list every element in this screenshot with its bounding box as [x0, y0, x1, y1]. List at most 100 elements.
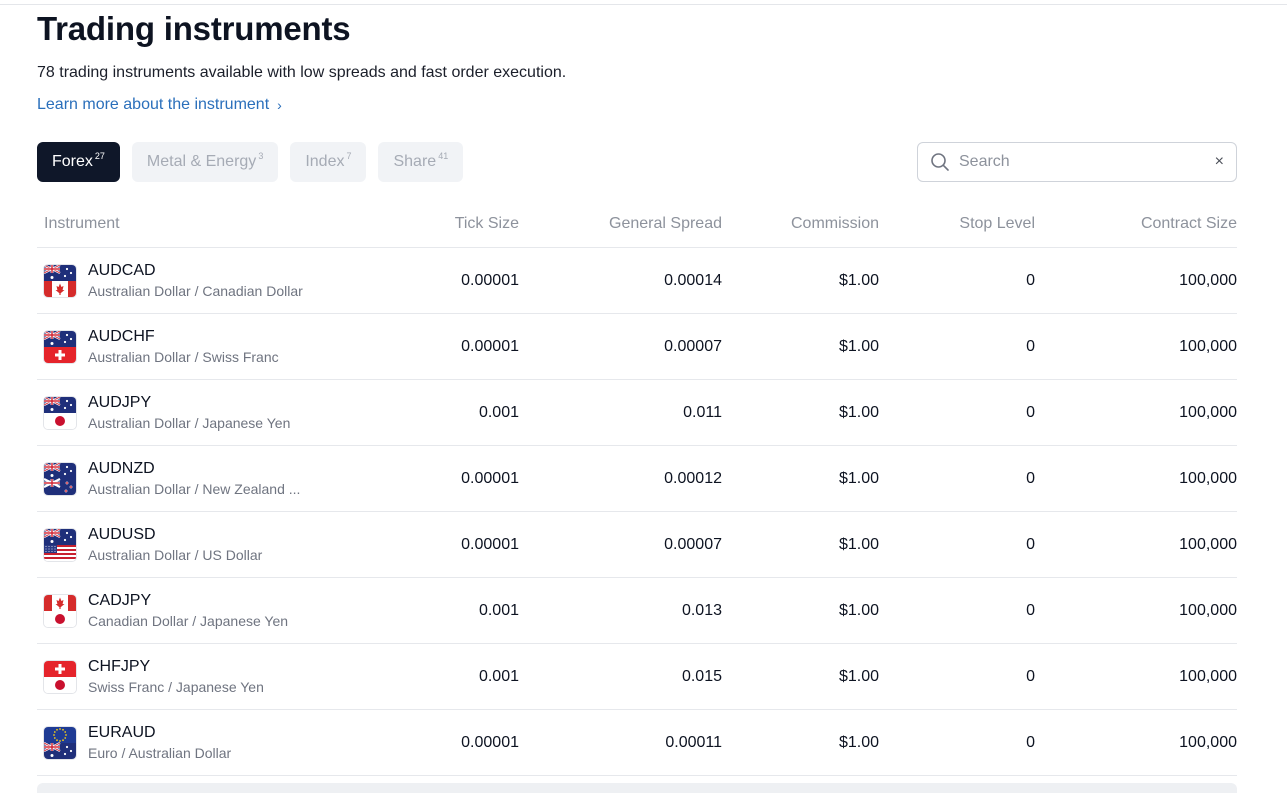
col-commission[interactable]: Commission: [722, 215, 879, 233]
instrument-symbol: AUDCAD: [88, 262, 156, 279]
page-title: Trading instruments: [37, 10, 351, 47]
contract-size-cell: 100,000: [1179, 469, 1237, 487]
currency-pair-flag-icon: [44, 726, 76, 759]
instrument-text: AUDJPY Australian Dollar / Japanese Yen: [88, 394, 290, 431]
general-spread-cell: 0.011: [683, 403, 722, 421]
chevron-right-icon: ›: [277, 97, 282, 113]
stop-level-cell: 0: [1026, 535, 1035, 553]
commission-cell: $1.00: [838, 469, 879, 487]
currency-pair-flag-icon: [44, 330, 76, 363]
instrument-symbol: CHFJPY: [88, 658, 151, 675]
col-instrument[interactable]: Instrument: [37, 215, 367, 233]
table-row[interactable]: AUDUSD Australian Dollar / US Dollar 0.0…: [37, 512, 1237, 578]
currency-pair-flag-icon: [44, 462, 76, 495]
table-header: Instrument Tick Size General Spread Comm…: [37, 200, 1237, 248]
contract-size-cell: 100,000: [1179, 601, 1237, 619]
table-row[interactable]: CHFJPY Swiss Franc / Japanese Yen 0.001 …: [37, 644, 1237, 710]
instrument-description: Euro / Australian Dollar: [88, 745, 232, 761]
tab-label: Share: [393, 153, 437, 170]
table-row[interactable]: EURAUD Euro / Australian Dollar 0.00001 …: [37, 710, 1237, 776]
tab-count: 3: [258, 151, 264, 161]
instrument-symbol: AUDUSD: [88, 526, 156, 543]
instrument-cell: AUDUSD Australian Dollar / US Dollar: [37, 526, 367, 563]
tick-size-cell: 0.00001: [461, 733, 519, 751]
commission-cell: $1.00: [838, 337, 879, 355]
instruments-table: Instrument Tick Size General Spread Comm…: [37, 200, 1237, 776]
instrument-text: AUDCHF Australian Dollar / Swiss Franc: [88, 328, 279, 365]
instrument-description: Australian Dollar / Canadian Dollar: [88, 283, 303, 299]
tick-size-cell: 0.00001: [461, 271, 519, 289]
tab-label: Metal & Energy: [146, 153, 257, 170]
tick-size-cell: 0.00001: [461, 535, 519, 553]
contract-size-cell: 100,000: [1179, 733, 1237, 751]
search-box: ×: [917, 142, 1237, 182]
close-icon[interactable]: ×: [1215, 154, 1224, 170]
tick-size-cell: 0.00001: [461, 469, 519, 487]
col-stop-level[interactable]: Stop Level: [879, 215, 1035, 233]
stop-level-cell: 0: [1026, 337, 1035, 355]
tab-share[interactable]: Share 41: [378, 142, 464, 182]
currency-pair-flag-icon: [44, 528, 76, 561]
stop-level-cell: 0: [1026, 271, 1035, 289]
contract-size-cell: 100,000: [1179, 667, 1237, 685]
tab-index[interactable]: Index 7: [290, 142, 367, 182]
stop-level-cell: 0: [1026, 403, 1035, 421]
currency-pair-flag-icon: [44, 396, 76, 429]
col-tick-size[interactable]: Tick Size: [367, 215, 519, 233]
tick-size-cell: 0.001: [478, 601, 519, 619]
general-spread-cell: 0.00007: [664, 337, 722, 355]
col-contract-size[interactable]: Contract Size: [1035, 215, 1237, 233]
tab-forex[interactable]: Forex 27: [37, 142, 120, 182]
instrument-text: EURAUD Euro / Australian Dollar: [88, 724, 231, 761]
instrument-symbol: AUDJPY: [88, 394, 152, 411]
instrument-cell: AUDJPY Australian Dollar / Japanese Yen: [37, 394, 367, 431]
instrument-symbol: AUDNZD: [88, 460, 155, 477]
general-spread-cell: 0.00011: [665, 733, 722, 751]
instrument-text: CHFJPY Swiss Franc / Japanese Yen: [88, 658, 264, 695]
instrument-text: CADJPY Canadian Dollar / Japanese Yen: [88, 592, 288, 629]
general-spread-cell: 0.00012: [664, 469, 722, 487]
table-row[interactable]: AUDCHF Australian Dollar / Swiss Franc 0…: [37, 314, 1237, 380]
stop-level-cell: 0: [1026, 601, 1035, 619]
learn-more-link[interactable]: Learn more about the instrument ›: [37, 96, 282, 114]
tab-metal-energy[interactable]: Metal & Energy 3: [131, 142, 279, 182]
category-tabs: Forex 27 Metal & Energy 3 Index 7 Share 41: [37, 142, 464, 182]
instrument-text: AUDNZD Australian Dollar / New Zealand .…: [88, 460, 300, 497]
instrument-cell: AUDCHF Australian Dollar / Swiss Franc: [37, 328, 367, 365]
tab-label: Index: [305, 153, 345, 170]
stop-level-cell: 0: [1026, 667, 1035, 685]
currency-pair-flag-icon: [44, 264, 76, 297]
search-input[interactable]: [959, 153, 1209, 171]
instrument-symbol: EURAUD: [88, 724, 156, 741]
instrument-description: Australian Dollar / New Zealand ...: [88, 481, 301, 497]
currency-pair-flag-icon: [44, 594, 76, 627]
general-spread-cell: 0.013: [681, 601, 722, 619]
table-row[interactable]: CADJPY Canadian Dollar / Japanese Yen 0.…: [37, 578, 1237, 644]
contract-size-cell: 100,000: [1179, 535, 1237, 553]
table-body: AUDCAD Australian Dollar / Canadian Doll…: [37, 248, 1237, 776]
commission-cell: $1.00: [838, 601, 879, 619]
instrument-text: AUDUSD Australian Dollar / US Dollar: [88, 526, 262, 563]
learn-more-label: Learn more about the instrument: [37, 96, 270, 113]
search-icon: [930, 152, 950, 172]
table-row[interactable]: AUDCAD Australian Dollar / Canadian Doll…: [37, 248, 1237, 314]
commission-cell: $1.00: [838, 667, 879, 685]
currency-pair-flag-icon: [44, 660, 76, 693]
instrument-text: AUDCAD Australian Dollar / Canadian Doll…: [88, 262, 303, 299]
table-row[interactable]: AUDNZD Australian Dollar / New Zealand .…: [37, 446, 1237, 512]
col-general-spread[interactable]: General Spread: [519, 215, 722, 233]
table-footer-bar: [37, 783, 1237, 793]
table-row[interactable]: AUDJPY Australian Dollar / Japanese Yen …: [37, 380, 1237, 446]
instrument-cell: AUDCAD Australian Dollar / Canadian Doll…: [37, 262, 367, 299]
general-spread-cell: 0.015: [681, 667, 722, 685]
commission-cell: $1.00: [838, 271, 879, 289]
commission-cell: $1.00: [838, 535, 879, 553]
instrument-symbol: AUDCHF: [88, 328, 155, 345]
instrument-description: Australian Dollar / US Dollar: [88, 547, 263, 563]
tick-size-cell: 0.001: [478, 403, 519, 421]
page-subtitle: 78 trading instruments available with lo…: [37, 64, 567, 81]
instrument-cell: CADJPY Canadian Dollar / Japanese Yen: [37, 592, 367, 629]
general-spread-cell: 0.00007: [664, 535, 722, 553]
stop-level-cell: 0: [1026, 469, 1035, 487]
instrument-description: Australian Dollar / Swiss Franc: [88, 349, 279, 365]
